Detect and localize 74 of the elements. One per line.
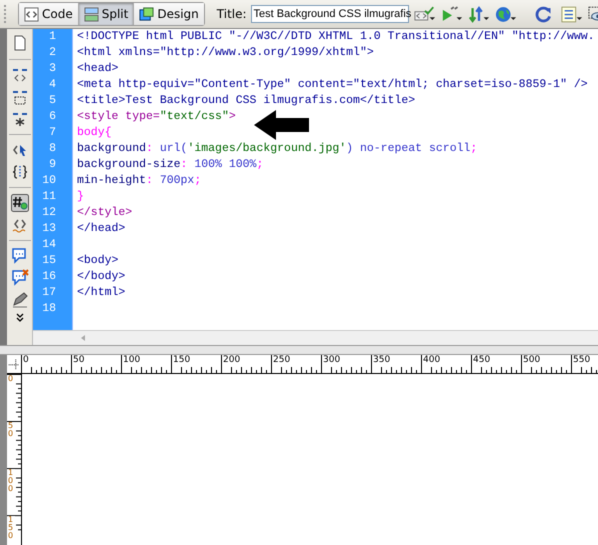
line-number: 15: [41, 253, 57, 269]
ruler-label: 50: [73, 355, 84, 365]
ruler-label: 250: [273, 355, 290, 365]
line-number: 9: [48, 157, 57, 173]
comment-icon[interactable]: [10, 247, 28, 265]
code-line: <html xmlns="http://www.w3.org/1999/xhtml">: [77, 46, 374, 59]
ruler-label: 550: [573, 355, 590, 365]
code-line: background: url('images/background.jpg') no-repeat scroll;: [77, 142, 478, 155]
ruler-label: 150: [173, 355, 190, 365]
ruler-label: 350: [373, 355, 390, 365]
code-line: <meta http-equiv="Content-Type" content="text/html; charset=iso-8859-1" />: [77, 78, 588, 91]
view-button[interactable]: Code: [19, 3, 79, 25]
more-icon[interactable]: [14, 313, 24, 323]
remove-comment-icon[interactable]: [10, 269, 28, 287]
code-line: <body>: [77, 254, 118, 267]
view-button[interactable]: Design: [134, 3, 204, 25]
validate-icon[interactable]: [414, 6, 436, 22]
line-number: 13: [41, 221, 57, 237]
code-line: }: [77, 190, 84, 203]
line-number: 6: [48, 109, 57, 125]
line-number: 16: [41, 269, 57, 285]
line-number: 5: [48, 93, 57, 109]
code-line: </html>: [77, 286, 126, 299]
horizontal-scrollbar[interactable]: [33, 330, 598, 345]
play-icon[interactable]: [440, 6, 463, 22]
ruler-label: 150: [8, 516, 15, 540]
ruler-label: 100: [8, 469, 15, 493]
code-line: </head>: [77, 222, 126, 235]
line-number: 12: [41, 205, 57, 221]
list-icon[interactable]: [560, 6, 583, 22]
code-line: <!DOCTYPE html PUBLIC "-//W3C//DTD XHTML 1.0 Transitional//EN" "http://www.: [77, 30, 595, 43]
code-line: <title>Test Background CSS ilmugrafis.com</title>: [77, 94, 416, 107]
globe-icon[interactable]: [494, 6, 517, 22]
line-number: 3: [48, 61, 57, 77]
line-number: 4: [48, 77, 57, 93]
code-view-icon: [24, 6, 39, 22]
title-field[interactable]: Test Background CSS ilmugrafis: [250, 5, 409, 23]
ruler-label: 300: [323, 355, 340, 365]
expand-all-icon[interactable]: [10, 110, 28, 128]
title-label: Title:: [216, 7, 247, 21]
line-number: 11: [41, 189, 57, 205]
line-number: 10: [41, 173, 57, 189]
split-view-icon: [84, 6, 99, 22]
ruler-label: 0: [23, 355, 29, 365]
code-line: background-size: 100% 100%;: [77, 158, 264, 171]
code-line: min-height: 700px;: [77, 174, 202, 187]
pencil-icon[interactable]: [10, 291, 28, 309]
left-arrow-icon: [254, 110, 310, 140]
ruler-label: 500: [523, 355, 540, 365]
line-number: 8: [48, 141, 57, 157]
code-line: <head>: [77, 62, 118, 75]
ruler-label: 200: [223, 355, 240, 365]
ruler-label: 450: [473, 355, 490, 365]
ruler-label: 50: [8, 422, 15, 438]
code-line: </style>: [77, 206, 132, 219]
code-line: </body>: [77, 270, 126, 283]
line-number: 1: [48, 29, 57, 45]
line-number: 2: [48, 45, 57, 61]
collapse-selection-icon[interactable]: [10, 88, 28, 106]
code-line: <style type="text/css">: [77, 110, 236, 123]
hash-icon[interactable]: [10, 194, 28, 212]
ruler-label: 0: [8, 375, 15, 383]
code-line: body{: [77, 126, 112, 139]
ruler-label: 400: [423, 355, 440, 365]
line-number: 18: [41, 301, 57, 317]
line-number: 17: [41, 285, 57, 301]
collapse-tag-icon[interactable]: [10, 66, 28, 84]
ruler-label: 100: [123, 355, 140, 365]
line-number: 7: [48, 125, 57, 141]
brackets-icon[interactable]: [10, 163, 28, 181]
design-view-icon: [139, 6, 154, 22]
transfer-arrows-icon[interactable]: [468, 6, 490, 22]
view-button[interactable]: Split: [78, 3, 134, 25]
line-number: 14: [41, 237, 57, 253]
